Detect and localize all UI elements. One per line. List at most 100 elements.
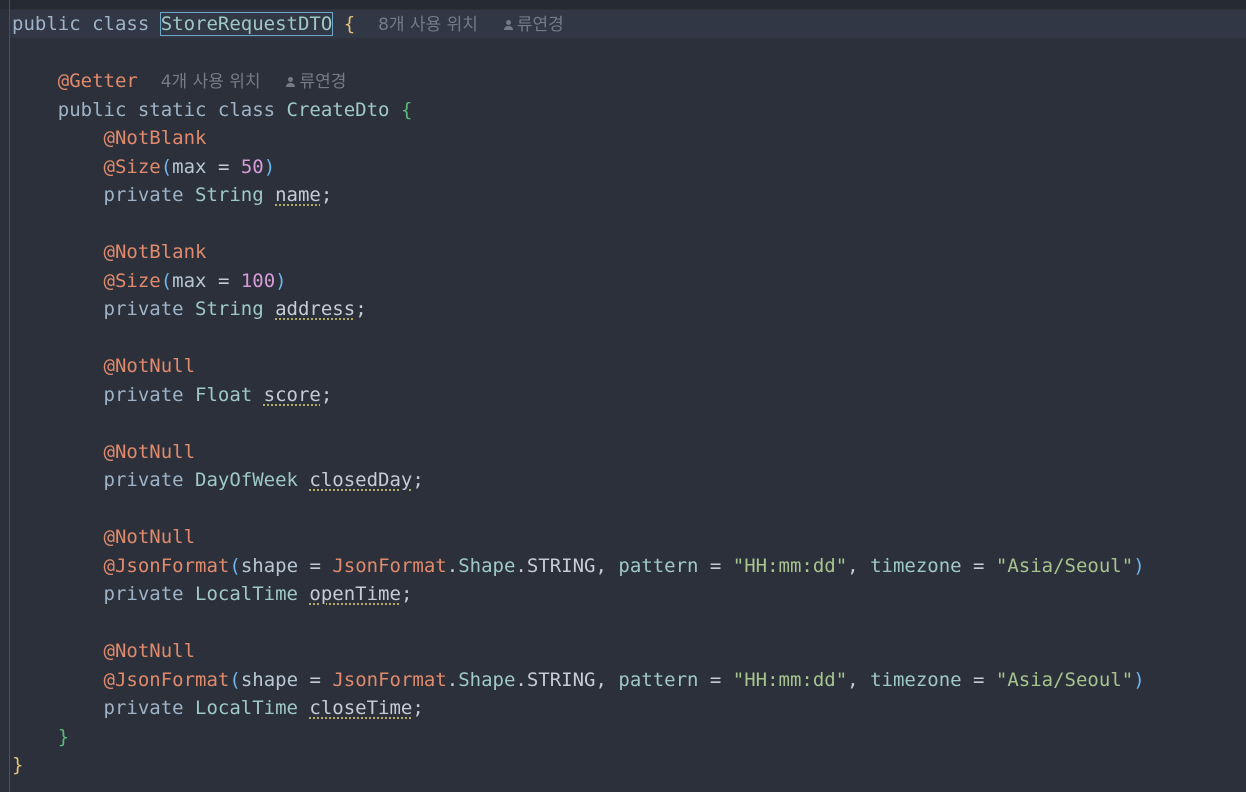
type-name: LocalTime [195, 583, 310, 605]
annotation: @Size [103, 270, 161, 292]
field-name[interactable]: openTime [309, 583, 401, 605]
code-line-13[interactable]: @NotNull [12, 352, 1246, 380]
code-line-7[interactable]: private String name; [12, 181, 1246, 209]
code-line-10[interactable]: @Size(max = 100) [12, 267, 1246, 295]
field-name[interactable]: name [275, 184, 321, 206]
comma: , [847, 669, 871, 691]
code-line-19[interactable]: @NotNull [12, 523, 1246, 551]
operator: = [298, 669, 333, 691]
code-line-14[interactable]: private Float score; [12, 381, 1246, 409]
editor-top-strip [0, 0, 1246, 9]
author-name: 류연경 [516, 15, 564, 35]
param-name: max [172, 156, 207, 178]
comma: , [595, 669, 619, 691]
operator: = [698, 555, 733, 577]
paren: ) [275, 270, 287, 292]
param-name: shape [240, 555, 299, 577]
enum-type: Shape [458, 669, 516, 691]
annotation: @NotBlank [103, 127, 207, 149]
paren: ) [1133, 555, 1145, 577]
code-line-6[interactable]: @Size(max = 50) [12, 153, 1246, 181]
brace: { [332, 13, 356, 35]
code-line-27[interactable]: } [12, 751, 1246, 779]
usages-hint[interactable]: 8개 사용 위치 [378, 15, 478, 35]
keyword: private [103, 469, 196, 491]
param-name: pattern [618, 669, 699, 691]
paren: ( [229, 555, 241, 577]
type-name: String [195, 298, 276, 320]
keyword: private [103, 184, 196, 206]
enum-class: JsonFormat [332, 669, 447, 691]
param-name: shape [240, 669, 299, 691]
class-name-selected[interactable]: StoreRequestDTO [159, 12, 334, 36]
operator: = [206, 270, 241, 292]
code-line-25[interactable]: private LocalTime closeTime; [12, 694, 1246, 722]
param-name: timezone [870, 669, 962, 691]
paren: ( [160, 270, 173, 292]
code-line-1[interactable]: public class StoreRequestDTO { 8개 사용 위치 … [10, 10, 1246, 38]
enum-type: Shape [458, 555, 516, 577]
code-line-16[interactable]: @NotNull [12, 438, 1246, 466]
code-line-3[interactable]: @Getter 4개 사용 위치 류연경 [12, 67, 1246, 95]
paren: ) [263, 156, 276, 178]
code-line-24[interactable]: @JsonFormat(shape = JsonFormat.Shape.STR… [12, 666, 1246, 694]
number-literal: 50 [240, 156, 264, 178]
string-literal: "HH:mm:dd" [732, 555, 848, 577]
dot: . [446, 555, 459, 577]
param-name: max [172, 270, 207, 292]
string-literal: "HH:mm:dd" [732, 669, 848, 691]
code-line-20[interactable]: @JsonFormat(shape = JsonFormat.Shape.STR… [12, 552, 1246, 580]
paren: ) [1133, 669, 1145, 691]
string-literal: "Asia/Seoul" [995, 555, 1134, 577]
annotation: @NotNull [103, 526, 196, 548]
author-hint[interactable]: 류연경 [283, 72, 346, 92]
keyword: private [103, 697, 196, 719]
field-name[interactable]: closedDay [309, 469, 412, 491]
field-name[interactable]: address [275, 298, 355, 320]
type-name: LocalTime [195, 697, 310, 719]
person-icon [503, 20, 513, 30]
operator: = [961, 555, 996, 577]
annotation: @Size [103, 156, 161, 178]
keyword: public static class [57, 99, 287, 121]
code-line-23[interactable]: @NotNull [12, 637, 1246, 665]
comma: , [595, 555, 619, 577]
code-line-21[interactable]: private LocalTime openTime; [12, 580, 1246, 608]
class-name: CreateDto [286, 99, 401, 121]
semicolon: ; [320, 384, 333, 406]
code-line-9[interactable]: @NotBlank [12, 238, 1246, 266]
author-hint[interactable]: 류연경 [501, 15, 564, 35]
enum-class: JsonFormat [332, 555, 447, 577]
annotation: @NotNull [103, 640, 196, 662]
operator: = [298, 555, 333, 577]
annotation: @NotNull [103, 355, 196, 377]
paren: ( [229, 669, 241, 691]
brace: } [12, 754, 24, 776]
brace: { [400, 99, 413, 121]
code-line-4[interactable]: public static class CreateDto { [12, 96, 1246, 124]
code-line-26[interactable]: } [12, 723, 1246, 751]
semicolon: ; [412, 697, 424, 719]
gutter-divider [9, 0, 10, 792]
enum-constant: STRING [526, 555, 596, 577]
author-name: 류연경 [299, 72, 347, 92]
type-name: Float [195, 384, 264, 406]
annotation: @JsonFormat [103, 669, 230, 691]
field-name[interactable]: score [264, 384, 321, 406]
code-line-11[interactable]: private String address; [12, 295, 1246, 323]
keyword: private [103, 298, 196, 320]
code-line-17[interactable]: private DayOfWeek closedDay; [12, 466, 1246, 494]
paren: ( [160, 156, 173, 178]
dot: . [515, 669, 527, 691]
keyword: public class [12, 13, 161, 35]
field-name[interactable]: closeTime [309, 697, 412, 719]
brace: } [57, 726, 70, 748]
semicolon: ; [412, 469, 424, 491]
usages-hint[interactable]: 4개 사용 위치 [161, 72, 261, 92]
annotation: @JsonFormat [103, 555, 230, 577]
code-line-5[interactable]: @NotBlank [12, 124, 1246, 152]
operator: = [698, 669, 733, 691]
semicolon: ; [320, 184, 333, 206]
person-icon [285, 77, 296, 87]
operator: = [206, 156, 241, 178]
